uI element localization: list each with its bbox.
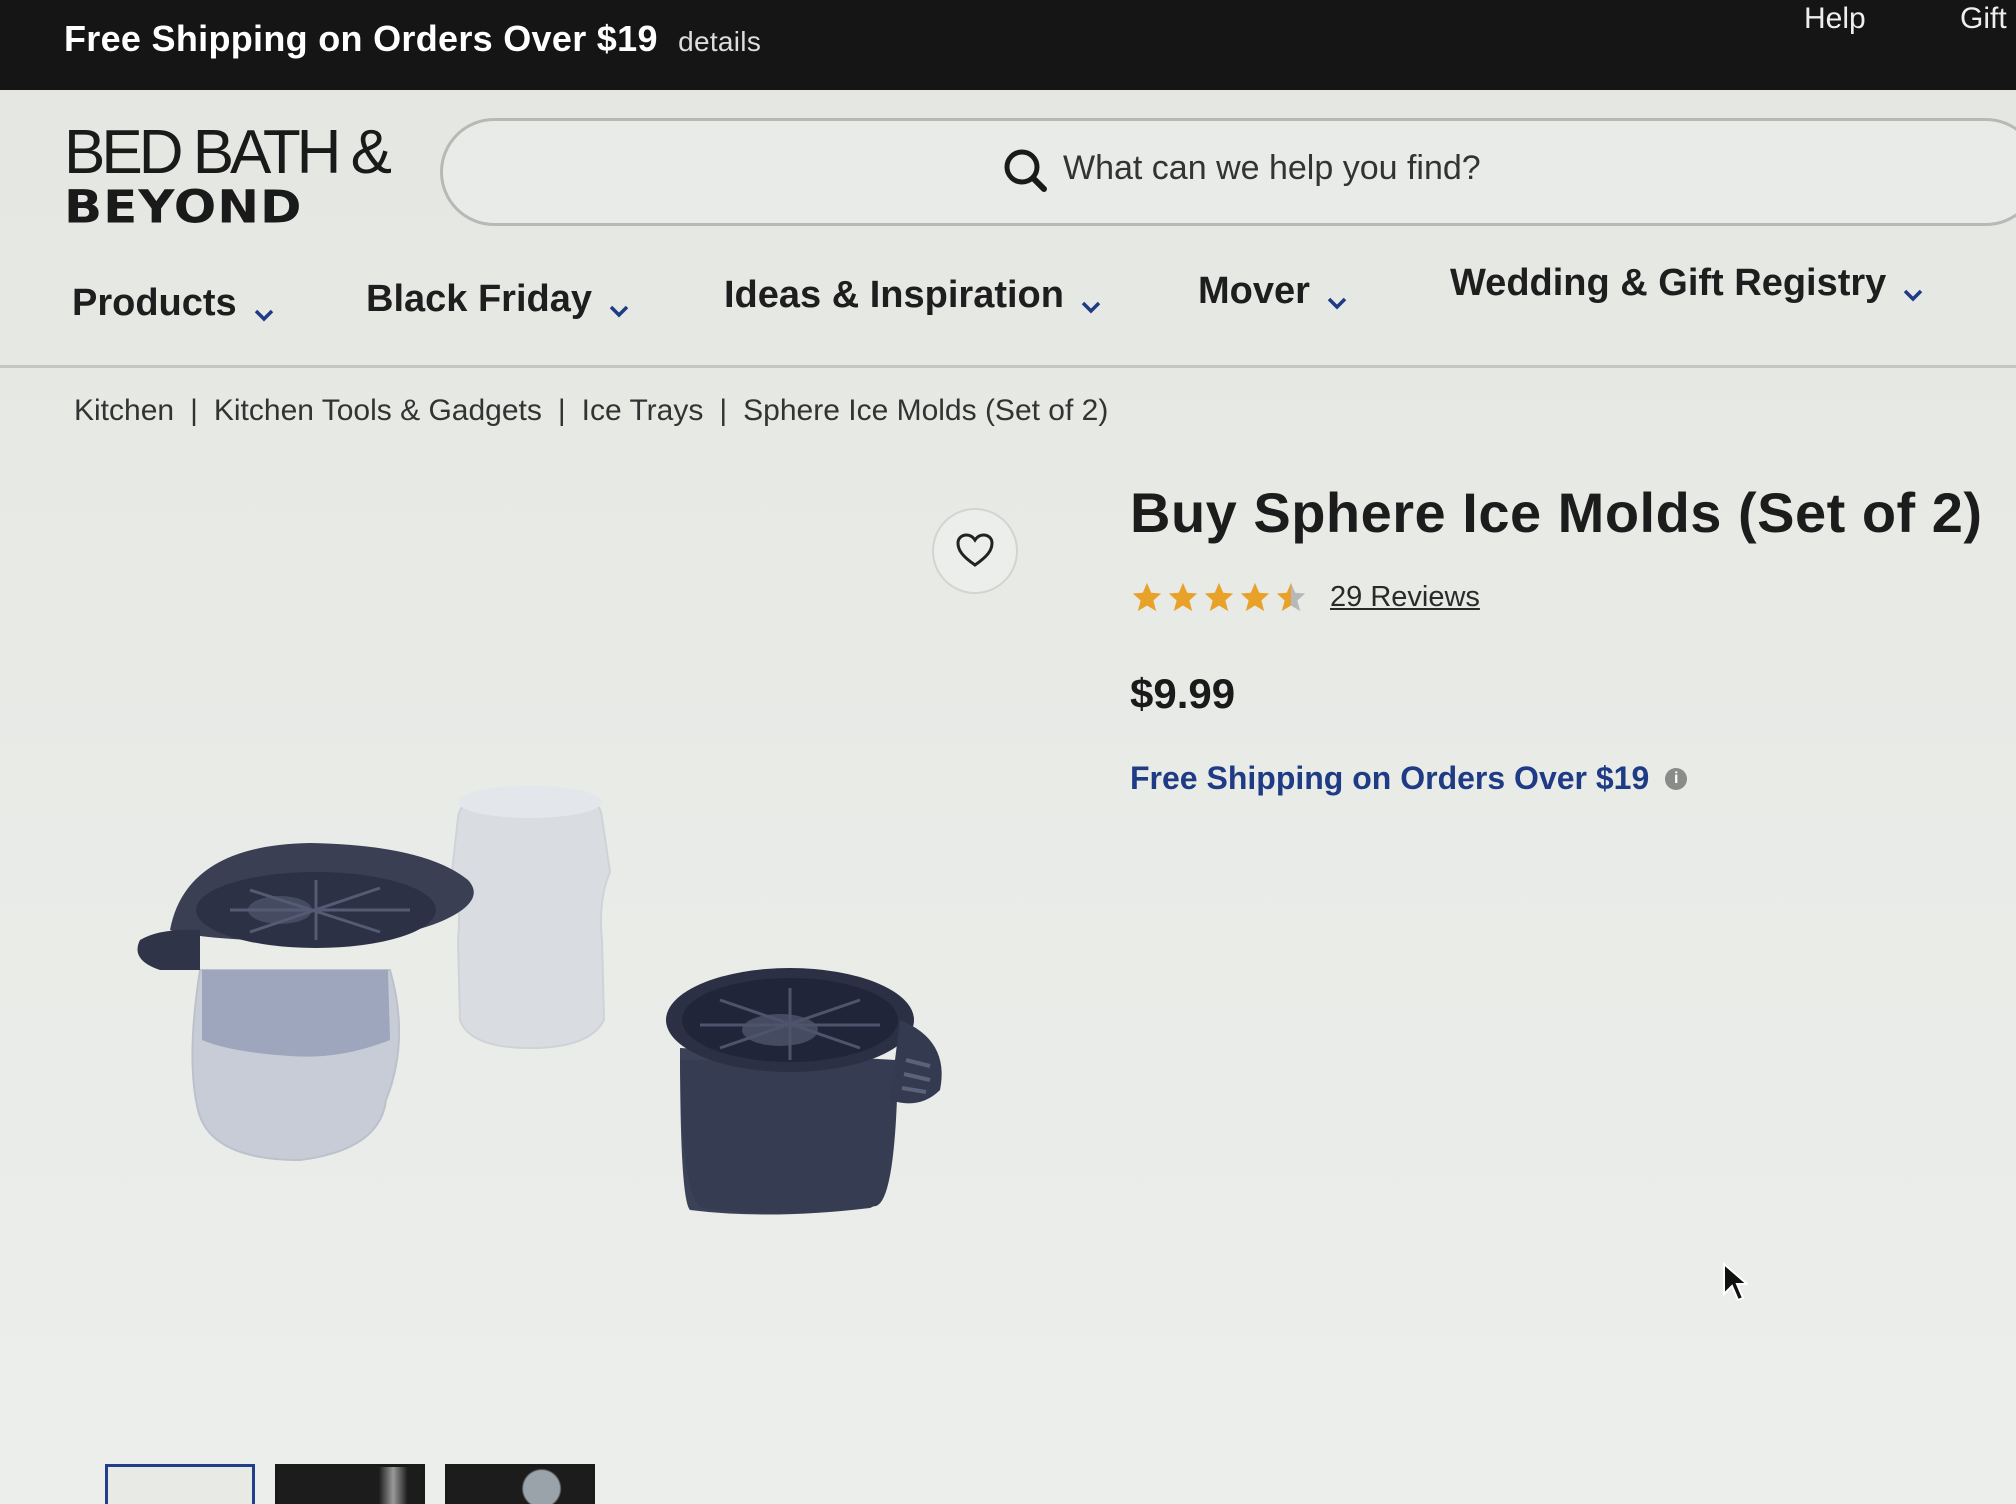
nav-label: Mover	[1198, 270, 1310, 312]
chevron-down-icon	[1902, 273, 1924, 301]
details-link[interactable]: details	[678, 26, 761, 57]
nav-item-products[interactable]: Products	[72, 282, 275, 325]
product-rating[interactable]: 29 Reviews	[1130, 580, 1480, 614]
breadcrumb-item-kitchen[interactable]: Kitchen	[74, 394, 174, 428]
breadcrumb-item-current: Sphere Ice Molds (Set of 2)	[743, 394, 1109, 427]
product-title: Buy Sphere Ice Molds (Set of 2)	[1130, 481, 1983, 544]
breadcrumb-separator: |	[557, 394, 566, 427]
chevron-down-icon	[1080, 285, 1102, 313]
star-icon	[1240, 582, 1270, 612]
nav-label: Products	[72, 282, 237, 324]
nav-item-black-friday[interactable]: Black Friday	[366, 278, 630, 321]
shipping-note: Free Shipping on Orders Over $19 i	[1130, 760, 1688, 797]
breadcrumb-separator: |	[190, 394, 198, 427]
chevron-down-icon	[1326, 281, 1348, 309]
page: Free Shipping on Orders Over $19 details…	[0, 0, 2016, 1504]
nav-item-mover[interactable]: Mover	[1198, 270, 1348, 313]
breadcrumb-item-kitchen-tools[interactable]: Kitchen Tools & Gadgets	[214, 394, 542, 428]
thumbnail-2[interactable]	[275, 1464, 425, 1504]
gift-link[interactable]: Gift	[1960, 2, 2007, 36]
main-nav: Products Black Friday Ideas & Inspiratio…	[0, 250, 2016, 368]
search-placeholder: What can we help you find?	[1063, 149, 1481, 187]
search-input[interactable]: What can we help you find?	[440, 118, 2016, 226]
thumbnail-1[interactable]	[105, 1464, 255, 1504]
nav-label: Wedding & Gift Registry	[1450, 262, 1887, 304]
product-price: $9.99	[1130, 670, 1236, 717]
logo-line-2: BEYOND	[64, 181, 303, 234]
nav-item-wedding-gift-registry[interactable]: Wedding & Gift Registry	[1450, 262, 1924, 305]
chevron-down-icon	[253, 293, 275, 321]
breadcrumb-item-ice-trays[interactable]: Ice Trays	[582, 394, 704, 428]
help-link[interactable]: Help	[1804, 2, 1866, 36]
half-star-icon	[1276, 582, 1306, 612]
star-rating	[1130, 580, 1308, 614]
shipping-note-text: Free Shipping on Orders Over $19	[1130, 760, 1650, 796]
reviews-link[interactable]: 29 Reviews	[1330, 581, 1480, 614]
chevron-down-icon	[608, 289, 630, 317]
logo-line-1: BED BATH &	[64, 118, 392, 187]
star-icon	[1132, 582, 1162, 612]
star-icon	[1204, 582, 1234, 612]
nav-item-ideas-inspiration[interactable]: Ideas & Inspiration	[724, 274, 1102, 317]
promo-text: Free Shipping on Orders Over $19	[64, 18, 658, 59]
top-promo-bar: Free Shipping on Orders Over $19 details…	[0, 0, 2016, 90]
thumbnail-3[interactable]	[445, 1464, 595, 1504]
product-image[interactable]	[90, 500, 1050, 1300]
star-icon	[1168, 582, 1198, 612]
thumbnail-strip	[105, 1464, 595, 1504]
nav-label: Ideas & Inspiration	[724, 274, 1064, 316]
nav-label: Black Friday	[366, 278, 592, 320]
breadcrumb: Kitchen | Kitchen Tools & Gadgets | Ice …	[74, 394, 1108, 428]
free-shipping-promo[interactable]: Free Shipping on Orders Over $19 details	[64, 18, 761, 60]
mouse-cursor-icon	[1723, 1262, 1748, 1302]
site-logo[interactable]: BED BATH & BEYOND	[64, 122, 394, 232]
sphere-ice-molds-image	[137, 786, 942, 1215]
search-icon	[998, 143, 1054, 199]
breadcrumb-separator: |	[719, 394, 728, 427]
info-icon[interactable]: i	[1665, 767, 1688, 790]
